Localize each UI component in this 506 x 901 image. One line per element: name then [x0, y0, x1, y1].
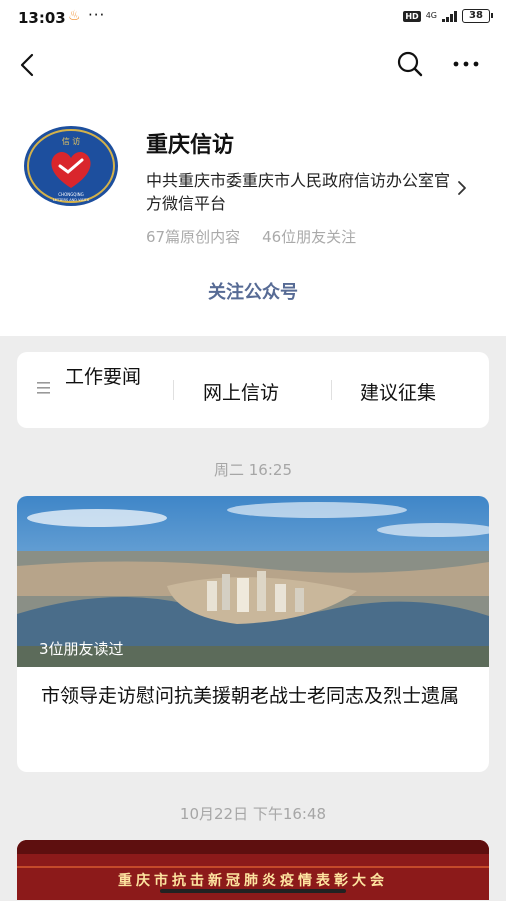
menu-item-work-news[interactable]: 工作要闻 — [65, 365, 149, 390]
friends-read-badge: 3位朋友读过 — [39, 640, 124, 658]
more-button[interactable] — [448, 48, 484, 80]
follow-button[interactable]: 关注公众号 — [0, 278, 506, 304]
menu-divider — [173, 380, 174, 400]
battery-icon: 38 — [462, 9, 493, 23]
hd-icon: HD — [403, 10, 421, 22]
menu-item-suggestions[interactable]: 建议征集 — [360, 378, 436, 405]
menu-item-online-petition[interactable]: 网上信访 — [203, 378, 279, 405]
status-more-dots: ··· — [88, 6, 106, 24]
search-button[interactable] — [394, 48, 426, 80]
status-right-icons: HD 4G 38 — [403, 9, 493, 23]
article-banner-text: 重庆市抗击新冠肺炎疫情表彰大会 — [118, 873, 388, 889]
svg-text:信 访: 信 访 — [62, 136, 81, 146]
network-label: 4G — [425, 11, 437, 20]
home-indicator[interactable] — [160, 889, 346, 893]
account-logo: 信 访 CHONGQING LETTERS AND VISITS — [24, 126, 118, 206]
menu-divider — [331, 380, 332, 400]
account-stats: 67篇原创内容 46位朋友关注 — [146, 226, 356, 247]
article-title: 市领导走访慰问抗美援朝老战士老同志及烈士遗属 — [41, 685, 460, 707]
friends-following: 46位朋友关注 — [262, 228, 357, 246]
account-profile: 信 访 CHONGQING LETTERS AND VISITS 重庆信访 中共… — [0, 36, 506, 336]
signal-icon — [442, 10, 457, 22]
account-name: 重庆信访 — [146, 133, 235, 158]
svg-text:LETTERS AND VISITS: LETTERS AND VISITS — [53, 198, 90, 202]
message-timestamp: 周二 16:25 — [214, 461, 292, 479]
menu-lines-icon — [37, 382, 50, 394]
back-button[interactable] — [12, 50, 42, 80]
chevron-right-icon[interactable] — [456, 180, 468, 196]
account-description[interactable]: 中共重庆市委重庆市人民政府信访办公室官方微信平台 — [146, 169, 452, 215]
svg-text:CHONGQING: CHONGQING — [58, 192, 83, 197]
notification-icon: ♨ — [68, 8, 81, 24]
account-menu: 工作要闻 网上信访 建议征集 — [17, 352, 489, 428]
article-card[interactable]: 3位朋友读过 市领导走访慰问抗美援朝老战士老同志及烈士遗属 — [17, 496, 489, 772]
status-time: 13:03 — [18, 9, 66, 27]
status-bar: 13:03 ♨ ··· HD 4G 38 — [0, 0, 506, 36]
original-count: 67篇原创内容 — [146, 228, 241, 246]
message-timestamp: 10月22日 下午16:48 — [179, 805, 327, 823]
